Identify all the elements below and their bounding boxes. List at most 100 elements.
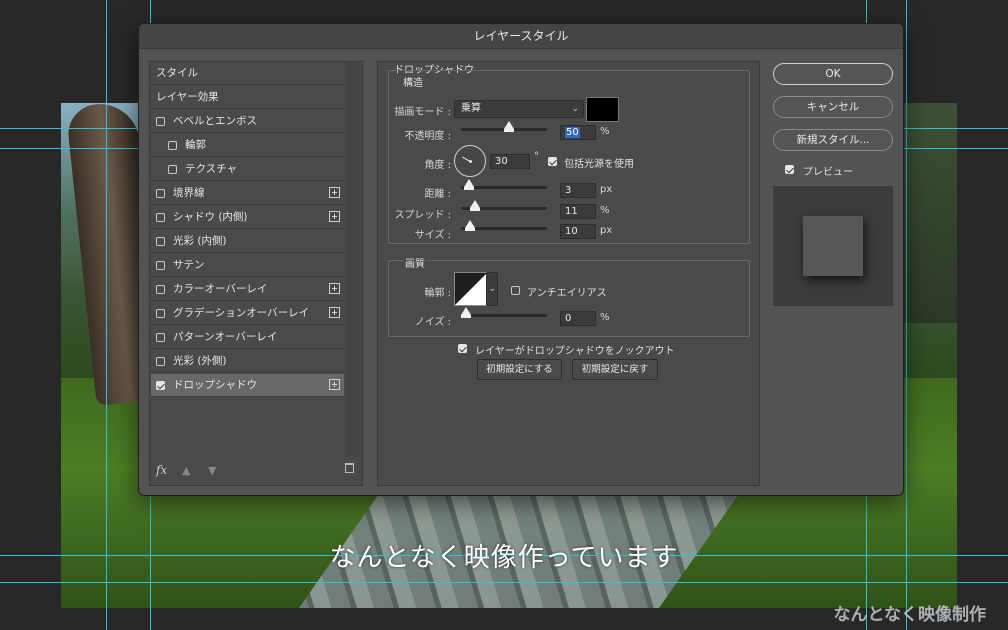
- size-input[interactable]: 10: [560, 224, 596, 239]
- size-label: サイズ :: [414, 230, 451, 241]
- effect-item-label: スタイル: [156, 67, 198, 79]
- angle-input[interactable]: 30: [490, 154, 530, 169]
- dialog-title[interactable]: レイヤースタイル: [139, 24, 903, 49]
- move-down-icon[interactable]: ▼: [208, 464, 216, 477]
- effect-item[interactable]: 光彩 (内側): [151, 230, 344, 253]
- size-unit: px: [600, 225, 613, 236]
- effect-item[interactable]: ベベルとエンボス: [151, 110, 344, 133]
- size-slider-knob[interactable]: [465, 220, 476, 231]
- effect-item-label: テクスチャ: [185, 163, 238, 175]
- effect-item[interactable]: サテン: [151, 254, 344, 277]
- quality-title: 画質: [403, 255, 427, 270]
- effect-item[interactable]: レイヤー効果: [151, 86, 344, 109]
- noise-input[interactable]: 0: [560, 311, 596, 326]
- knockout-checkbox[interactable]: [458, 344, 467, 353]
- opacity-input[interactable]: 50: [560, 125, 596, 140]
- chevron-down-icon: ⌄: [571, 104, 579, 114]
- noise-slider-knob[interactable]: [461, 307, 471, 318]
- effect-checkbox[interactable]: [156, 213, 165, 222]
- effects-list-panel: スタイルレイヤー効果 ベベルとエンボス 輪郭テクスチャ境界線シャドウ (内側) 光彩 …: [149, 61, 363, 486]
- distance-input[interactable]: 3: [560, 183, 596, 198]
- effect-checkbox[interactable]: [156, 189, 165, 198]
- ok-button[interactable]: OK: [773, 63, 893, 85]
- add-effect-icon[interactable]: [329, 187, 340, 198]
- new-style-button[interactable]: 新規スタイル...: [773, 129, 893, 151]
- trash-icon[interactable]: [345, 463, 354, 473]
- shadow-color-swatch[interactable]: [586, 97, 619, 122]
- antialias-label: アンチエイリアス: [527, 288, 607, 299]
- noise-value: 0: [565, 313, 572, 324]
- cancel-button[interactable]: キャンセル: [773, 96, 893, 118]
- move-up-icon[interactable]: ▲: [182, 464, 190, 477]
- effect-checkbox[interactable]: [156, 381, 165, 390]
- guide-horizontal[interactable]: [0, 582, 1008, 583]
- style-preview-thumbnail: [773, 186, 893, 306]
- effect-item-label: グラデーションオーバーレイ: [173, 307, 310, 319]
- contour-dropdown[interactable]: ⌄: [486, 272, 498, 306]
- effect-item[interactable]: スタイル: [151, 62, 344, 85]
- spread-value: 11: [565, 206, 578, 217]
- distance-label: 距離 :: [424, 189, 451, 200]
- noise-slider[interactable]: [461, 307, 547, 318]
- reset-default-button[interactable]: 初期設定に戻す: [572, 359, 658, 380]
- effect-checkbox[interactable]: [168, 141, 177, 150]
- effect-item-label: 光彩 (内側): [173, 235, 227, 247]
- effect-checkbox[interactable]: [156, 333, 165, 342]
- distance-slider[interactable]: [461, 179, 547, 190]
- effect-item-label: ドロップシャドウ: [173, 379, 257, 391]
- fx-menu-icon[interactable]: fx: [156, 463, 167, 477]
- spread-label: スプレッド :: [394, 210, 451, 221]
- effect-item[interactable]: カラーオーバーレイ: [151, 278, 344, 301]
- guide-vertical[interactable]: [106, 0, 107, 630]
- effect-item[interactable]: 光彩 (外側): [151, 350, 344, 373]
- noise-label: ノイズ :: [414, 317, 451, 328]
- blend-mode-select[interactable]: 乗算 ⌄: [454, 100, 584, 118]
- effects-list-scrollbar[interactable]: [346, 62, 360, 456]
- opacity-slider-knob[interactable]: [504, 121, 514, 132]
- contour-picker[interactable]: [454, 272, 488, 306]
- effect-checkbox[interactable]: [156, 261, 165, 270]
- opacity-unit: %: [600, 126, 610, 137]
- effect-checkbox[interactable]: [156, 285, 165, 294]
- size-slider[interactable]: [461, 220, 547, 231]
- opacity-value: 50: [565, 127, 580, 138]
- effect-item[interactable]: 輪郭: [151, 134, 344, 157]
- effect-item[interactable]: 境界線: [151, 182, 344, 205]
- effect-item-label: 境界線: [173, 187, 205, 199]
- effect-checkbox[interactable]: [156, 117, 165, 126]
- make-default-button[interactable]: 初期設定にする: [477, 359, 562, 380]
- blend-mode-label: 描画モード :: [394, 107, 451, 118]
- effect-item[interactable]: ドロップシャドウ: [151, 374, 344, 397]
- opacity-label: 不透明度 :: [404, 131, 451, 142]
- opacity-slider[interactable]: [461, 121, 547, 132]
- global-light-checkbox[interactable]: [548, 157, 557, 166]
- add-effect-icon[interactable]: [329, 379, 340, 390]
- effect-checkbox[interactable]: [156, 309, 165, 318]
- structure-title: 構造: [403, 78, 423, 89]
- knockout-label: レイヤーがドロップシャドウをノックアウト: [475, 346, 675, 357]
- add-effect-icon[interactable]: [329, 307, 340, 318]
- antialias-checkbox[interactable]: [511, 286, 520, 295]
- add-effect-icon[interactable]: [329, 211, 340, 222]
- effect-checkbox[interactable]: [156, 237, 165, 246]
- angle-dial[interactable]: [454, 145, 486, 177]
- effect-item[interactable]: パターンオーバーレイ: [151, 326, 344, 349]
- guide-vertical[interactable]: [906, 0, 907, 630]
- distance-slider-knob[interactable]: [463, 179, 474, 190]
- effect-checkbox[interactable]: [156, 357, 165, 366]
- effect-item[interactable]: シャドウ (内側): [151, 206, 344, 229]
- noise-unit: %: [600, 312, 610, 323]
- spread-slider[interactable]: [461, 200, 547, 211]
- spread-input[interactable]: 11: [560, 204, 596, 219]
- spread-slider-knob[interactable]: [470, 200, 481, 211]
- effect-item[interactable]: テクスチャ: [151, 158, 344, 181]
- effect-item-label: サテン: [173, 259, 205, 271]
- angle-label: 角度 :: [424, 160, 451, 171]
- preview-checkbox[interactable]: [785, 165, 794, 174]
- effect-item-label: シャドウ (内側): [173, 211, 248, 223]
- spread-unit: %: [600, 205, 610, 216]
- effect-checkbox[interactable]: [168, 165, 177, 174]
- effect-item[interactable]: グラデーションオーバーレイ: [151, 302, 344, 325]
- size-value: 10: [565, 226, 578, 237]
- add-effect-icon[interactable]: [329, 283, 340, 294]
